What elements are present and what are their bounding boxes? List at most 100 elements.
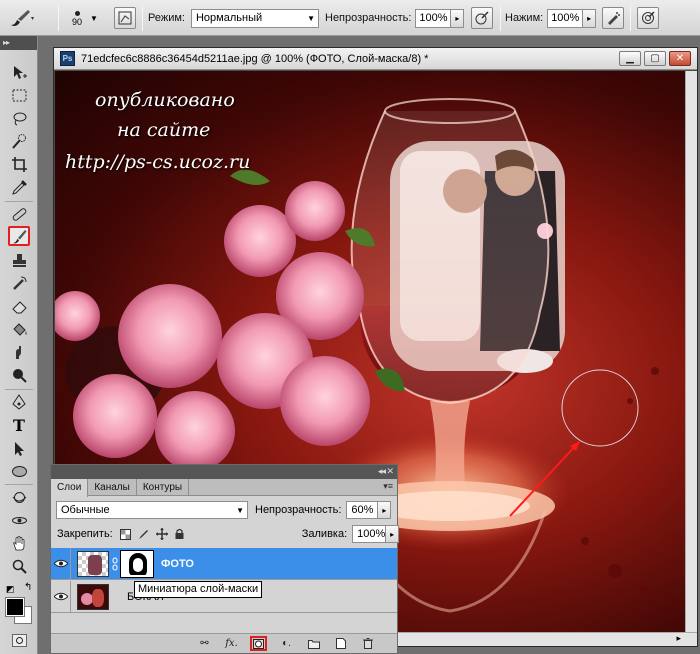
layer-thumbnail[interactable] [77,550,109,577]
hand-tool[interactable] [8,533,30,553]
maximize-button[interactable]: ▢ [644,51,666,66]
maximize-icon: ▢ [650,53,660,64]
foreground-color-swatch[interactable] [5,597,25,617]
layer-mask-thumbnail[interactable] [120,549,154,578]
crop-tool[interactable] [8,154,30,174]
swap-colors-icon[interactable]: ↰ [24,582,32,593]
tab-channels[interactable]: Каналы [88,479,137,495]
mode-select[interactable]: Нормальный ▼ [190,8,319,28]
tablet-opacity-button[interactable] [471,7,493,29]
scroll-right-icon[interactable]: ▸ [676,633,681,644]
blend-mode-select[interactable]: Обычные ▼ [56,501,248,519]
brush-size-picker[interactable]: 90 ▼ [72,0,98,36]
smudge-tool[interactable] [8,342,30,362]
link-chain-icon[interactable] [111,557,119,571]
tab-paths[interactable]: Контуры [137,479,190,495]
flow-label: Нажим: [505,12,544,24]
path-selection-icon [14,441,24,456]
zoom-tool[interactable] [8,556,30,576]
chevron-down-icon: ▼ [90,13,98,23]
chevron-down-icon: ▼ [307,13,315,23]
new-group-button[interactable] [305,636,322,651]
lock-position-icon[interactable] [155,527,169,541]
flow-input[interactable]: 100% [547,8,584,28]
dodge-tool[interactable] [8,365,30,385]
3d-orbit-tool[interactable] [8,510,30,530]
eyedropper-icon [11,179,27,195]
brush-tool[interactable] [8,226,30,246]
flow-slider-button[interactable]: ▸ [583,8,597,28]
tablet-pressure-icon [475,11,489,25]
marquee-tool[interactable] [8,85,30,105]
lock-all-icon[interactable] [173,527,187,541]
panel-tabs: Слои Каналы Контуры ▾≡ [51,479,397,497]
paint-bucket-tool[interactable] [8,319,30,339]
quick-selection-icon [11,133,26,149]
band-aid-icon [12,207,26,221]
vertical-scrollbar[interactable] [685,71,697,632]
new-layer-icon [335,638,346,649]
new-layer-button[interactable] [332,636,349,651]
type-tool[interactable]: T [8,415,30,435]
layer-row[interactable]: ФОТО [51,547,397,580]
watermark-line: http://ps-cs.ucoz.ru [65,151,251,173]
visibility-toggle[interactable] [51,547,71,580]
add-layer-mask-button[interactable] [250,636,267,651]
layer-opacity-slider-button[interactable]: ▸ [378,501,392,519]
history-brush-tool[interactable] [8,273,30,293]
quick-mask-button[interactable] [12,634,27,647]
delete-layer-button[interactable] [359,636,376,651]
lock-transparency-icon[interactable] [119,527,133,541]
panel-header[interactable]: ◂◂ ✕ [51,465,397,479]
crop-icon [11,156,27,172]
tab-layers[interactable]: Слои [51,479,89,497]
pen-tool[interactable] [8,392,30,412]
shape-tool[interactable] [8,461,30,481]
lasso-tool[interactable] [8,108,30,128]
tablet-size-button[interactable] [637,7,659,29]
panel-collapse-icon[interactable]: ◂◂ ✕ [378,466,394,477]
eraser-icon [11,300,27,313]
fill-input[interactable]: 100% [352,525,387,543]
lock-pixels-icon[interactable] [137,527,151,541]
link-layers-button[interactable]: ⚯ [196,636,213,651]
default-colors-icon[interactable]: ◩ [6,584,15,595]
layer-opacity-input[interactable]: 60% [346,501,379,519]
minimize-button[interactable]: ▁ [619,51,641,66]
zoom-icon [12,559,27,574]
lock-label: Закрепить: [57,528,113,540]
document-title-bar[interactable]: Ps 71edcfec6c8886c36454d5211ae.jpg @ 100… [54,48,697,70]
airbrush-icon [608,12,620,25]
panel-menu-icon[interactable]: ▾≡ [383,481,393,492]
toolbox-collapse-icon[interactable]: ▸▸ [0,36,37,50]
layer-thumbnail[interactable] [77,583,109,610]
eye-icon [53,592,68,601]
layers-panel: ◂◂ ✕ Слои Каналы Контуры ▾≡ Обычные ▼ Не… [50,464,400,654]
eraser-tool[interactable] [8,296,30,316]
brush-tool-preset[interactable] [8,0,34,36]
opacity-slider-button[interactable]: ▸ [451,8,465,28]
layer-style-button[interactable]: fx. [223,636,240,651]
close-button[interactable]: ✕ [669,51,691,66]
quick-selection-tool[interactable] [8,131,30,151]
opacity-input[interactable]: 100% [415,8,452,28]
brush-panel-toggle-button[interactable] [114,7,136,29]
fill-slider-button[interactable]: ▸ [386,525,400,543]
clone-stamp-tool[interactable] [8,250,30,270]
fill-label: Заливка: [301,528,348,540]
watermark-line: на сайте [117,119,211,141]
folder-icon [307,639,320,649]
3d-rotate-icon [12,491,26,503]
blend-mode-value: Обычные [61,504,110,516]
path-selection-tool[interactable] [8,438,30,458]
airbrush-button[interactable] [602,7,624,29]
3d-rotate-tool[interactable] [8,487,30,507]
visibility-toggle[interactable] [51,580,71,613]
smudge-icon [15,345,21,359]
layer-mask-icon [253,638,264,649]
document-title: 71edcfec6c8886c36454d5211ae.jpg @ 100% (… [81,52,429,65]
adjustment-layer-button[interactable]: ◐. [278,636,295,651]
eyedropper-tool[interactable] [8,177,30,197]
healing-brush-tool[interactable] [8,204,30,224]
move-tool[interactable] [8,62,30,82]
